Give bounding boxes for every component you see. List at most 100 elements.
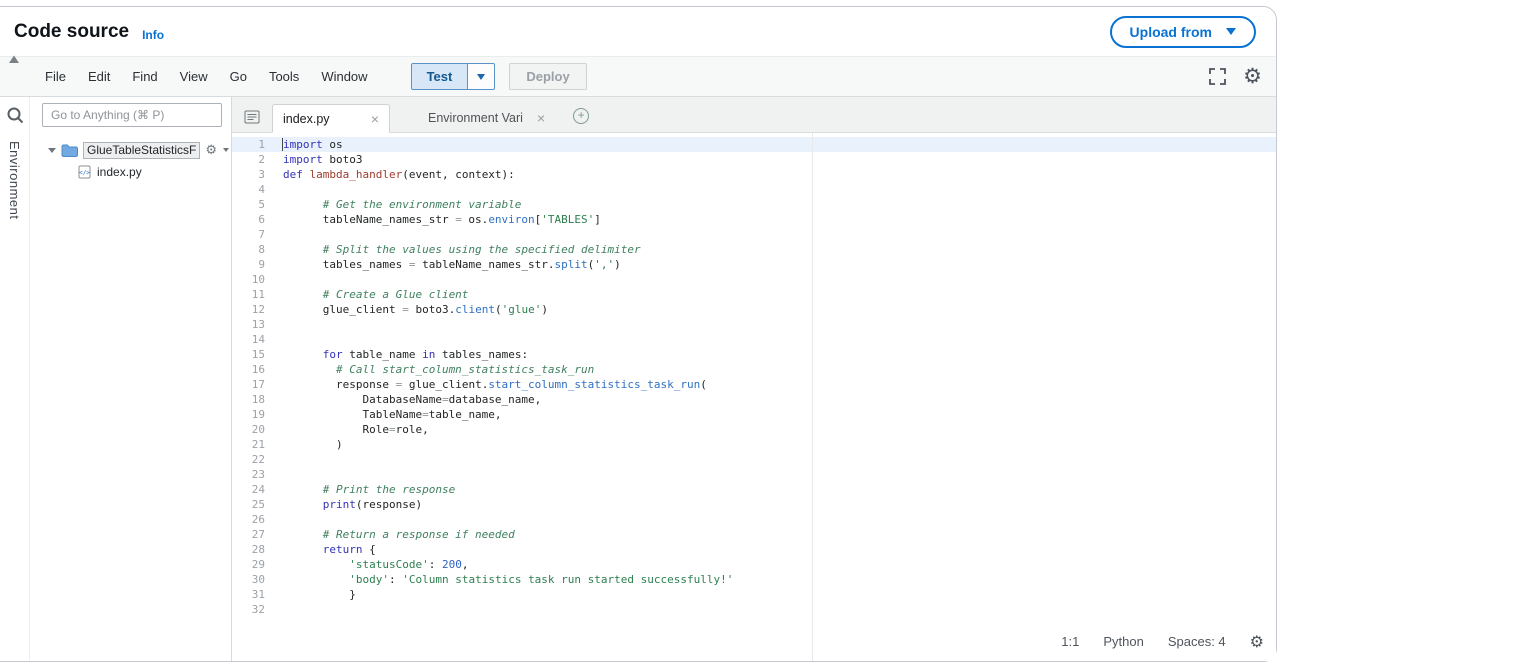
fullscreen-icon[interactable] — [1209, 68, 1227, 85]
line-number: 7 — [258, 228, 265, 241]
code-line: DatabaseName=database_name, — [283, 393, 542, 406]
code-line: def lambda_handler(event, context): — [283, 168, 515, 181]
menu-file[interactable]: File — [34, 69, 77, 84]
test-button[interactable]: Test — [410, 63, 469, 90]
line-number: 26 — [251, 513, 265, 526]
line-number: 3 — [258, 168, 265, 181]
tab-list-icon[interactable] — [244, 110, 260, 124]
code-line: # Get the environment variable — [283, 198, 522, 211]
gear-icon[interactable]: ⚙ — [205, 143, 217, 158]
file-name: index.py — [97, 165, 142, 179]
menu-window[interactable]: Window — [310, 69, 378, 84]
chevron-down-icon — [477, 73, 486, 80]
line-number: 19 — [251, 408, 265, 421]
upload-from-label: Upload from — [1129, 23, 1212, 40]
search-icon[interactable] — [6, 106, 24, 129]
indent-setting[interactable]: Spaces: 4 — [1168, 634, 1226, 649]
goto-anything-input[interactable] — [42, 103, 222, 127]
menu-go[interactable]: Go — [219, 69, 258, 84]
code-line: return { — [322, 543, 376, 556]
line-number: 13 — [251, 318, 265, 331]
text-cursor — [282, 138, 283, 151]
language-mode[interactable]: Python — [1103, 634, 1143, 649]
folder-icon — [61, 144, 78, 157]
editor-status-bar: 1:1 Python Spaces: 4 ⚙ — [1061, 632, 1264, 651]
code-line: tableName_names_str = os.environ['TABLES… — [283, 213, 601, 226]
code-line: # Print the response — [283, 483, 456, 496]
tab-environment-variables[interactable]: Environment Vari × — [418, 103, 555, 132]
code-file-icon: </> — [78, 165, 91, 179]
test-split-button: Test — [410, 63, 496, 90]
collapse-panel-icon[interactable] — [8, 51, 20, 69]
tab-label: index.py — [283, 111, 330, 126]
line-number: 18 — [251, 393, 265, 406]
line-number: 32 — [251, 603, 265, 616]
code-source-panel: Code source Info Upload from File Edit Fin… — [0, 6, 1277, 662]
print-margin-line — [812, 133, 813, 661]
code-line: # Call start_column_statistics_task_run — [283, 363, 595, 376]
line-number: 25 — [251, 498, 265, 511]
code-line: # Split the values using the specified d… — [283, 243, 641, 256]
folder-name: GlueTableStatisticsF — [83, 141, 201, 159]
line-number: 21 — [251, 438, 265, 451]
code-line: Role=role, — [283, 423, 429, 436]
line-number: 8 — [258, 243, 265, 256]
code-line: TableName=table_name, — [283, 408, 502, 421]
panel-header: Code source Info Upload from — [0, 7, 1276, 57]
new-tab-button[interactable]: + — [573, 108, 590, 124]
line-number: 14 — [251, 333, 265, 346]
test-dropdown-button[interactable] — [468, 63, 496, 90]
line-number: 16 — [251, 363, 265, 376]
line-number: 22 — [251, 453, 265, 466]
chevron-down-icon — [1226, 28, 1236, 35]
menubar-right-icons: ⚙ — [1209, 66, 1262, 87]
tree-file-row[interactable]: </> index.py — [30, 161, 231, 183]
close-icon[interactable]: × — [371, 112, 379, 126]
code-line: for table_name in tables_names: — [322, 348, 529, 361]
menu-tools[interactable]: Tools — [258, 69, 310, 84]
menu-find[interactable]: Find — [121, 69, 168, 84]
menu-view[interactable]: View — [169, 69, 219, 84]
code-lines: import os import boto3 def lambda_handler(… — [278, 133, 1276, 661]
line-number: 31 — [251, 588, 265, 601]
line-number: 20 — [251, 423, 265, 436]
file-tree-panel: GlueTableStatisticsF ⚙ </> index.py — [30, 97, 232, 661]
environment-label[interactable]: Environment — [7, 141, 22, 219]
line-number: 1 — [232, 137, 278, 152]
main-content: Environment GlueTableStatisticsF ⚙ </> — [0, 97, 1276, 661]
line-number: 4 — [258, 183, 265, 196]
line-number: 12 — [251, 303, 265, 316]
code-area[interactable]: 1 2 3 4 5 6 7 8 9 10 11 12 13 14 15 16 17 18 19 20 21 22 23 24 2… — [232, 133, 1276, 661]
tree-folder-row[interactable]: GlueTableStatisticsF ⚙ — [30, 139, 231, 161]
menu-edit[interactable]: Edit — [77, 69, 121, 84]
info-link[interactable]: Info — [142, 28, 164, 42]
line-number: 15 — [251, 348, 265, 361]
gear-icon[interactable]: ⚙ — [1250, 632, 1264, 651]
line-number: 30 — [251, 573, 265, 586]
chevron-down-icon — [223, 148, 230, 152]
menu-items: File Edit Find View Go Tools Window — [34, 69, 379, 84]
cursor-position: 1:1 — [1061, 634, 1080, 649]
disclosure-triangle-icon[interactable] — [48, 147, 56, 153]
line-number: 9 — [258, 258, 265, 271]
gear-icon[interactable]: ⚙ — [1243, 66, 1262, 87]
plus-icon: + — [577, 108, 585, 122]
deploy-button[interactable]: Deploy — [509, 63, 587, 90]
code-line: 'statusCode': 200, — [349, 558, 469, 571]
line-number: 28 — [251, 543, 265, 556]
tab-index-py[interactable]: index.py × — [272, 104, 390, 133]
line-number: 24 — [251, 483, 265, 496]
line-number: 29 — [251, 558, 265, 571]
upload-from-button[interactable]: Upload from — [1109, 15, 1256, 48]
line-number: 2 — [258, 153, 265, 166]
line-number: 23 — [251, 468, 265, 481]
close-icon[interactable]: × — [537, 111, 545, 125]
code-line: ) — [283, 438, 343, 451]
